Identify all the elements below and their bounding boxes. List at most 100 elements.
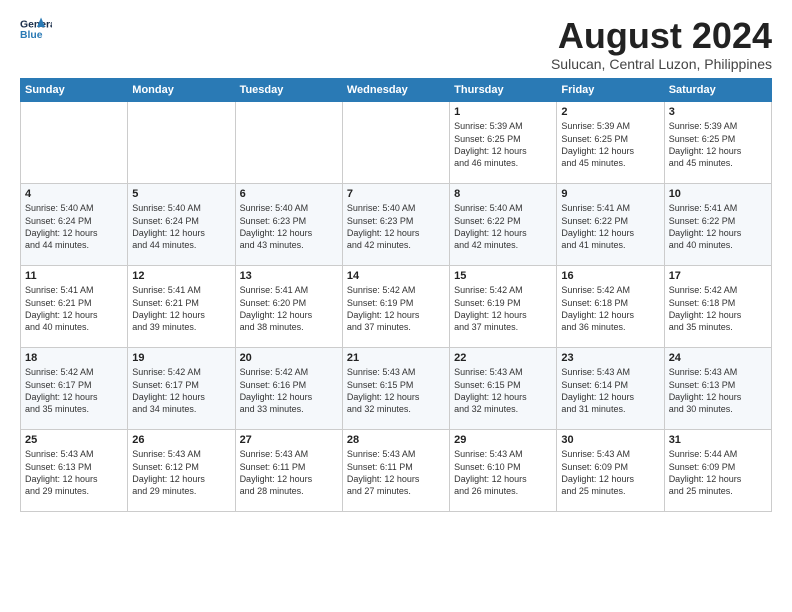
day-info: Sunrise: 5:41 AM Sunset: 6:22 PM Dayligh… <box>669 202 767 251</box>
day-info: Sunrise: 5:42 AM Sunset: 6:18 PM Dayligh… <box>561 284 659 333</box>
day-number: 18 <box>25 351 123 366</box>
day-number: 24 <box>669 351 767 366</box>
day-number: 9 <box>561 187 659 202</box>
day-info: Sunrise: 5:40 AM Sunset: 6:23 PM Dayligh… <box>240 202 338 251</box>
day-number: 15 <box>454 269 552 284</box>
day-number: 3 <box>669 105 767 120</box>
day-number: 12 <box>132 269 230 284</box>
calendar-cell: 20Sunrise: 5:42 AM Sunset: 6:16 PM Dayli… <box>235 347 342 429</box>
calendar-cell: 11Sunrise: 5:41 AM Sunset: 6:21 PM Dayli… <box>21 265 128 347</box>
calendar-cell: 9Sunrise: 5:41 AM Sunset: 6:22 PM Daylig… <box>557 183 664 265</box>
day-info: Sunrise: 5:42 AM Sunset: 6:19 PM Dayligh… <box>347 284 445 333</box>
day-number: 28 <box>347 433 445 448</box>
day-number: 22 <box>454 351 552 366</box>
day-info: Sunrise: 5:41 AM Sunset: 6:21 PM Dayligh… <box>132 284 230 333</box>
calendar-cell: 29Sunrise: 5:43 AM Sunset: 6:10 PM Dayli… <box>450 429 557 511</box>
day-info: Sunrise: 5:39 AM Sunset: 6:25 PM Dayligh… <box>454 120 552 169</box>
day-number: 7 <box>347 187 445 202</box>
calendar-cell <box>128 101 235 183</box>
day-number: 21 <box>347 351 445 366</box>
calendar-cell: 16Sunrise: 5:42 AM Sunset: 6:18 PM Dayli… <box>557 265 664 347</box>
svg-text:General: General <box>20 20 52 31</box>
weekday-header-monday: Monday <box>128 78 235 101</box>
day-number: 30 <box>561 433 659 448</box>
day-info: Sunrise: 5:43 AM Sunset: 6:09 PM Dayligh… <box>561 448 659 497</box>
weekday-header-sunday: Sunday <box>21 78 128 101</box>
day-info: Sunrise: 5:43 AM Sunset: 6:15 PM Dayligh… <box>347 366 445 415</box>
calendar-week-5: 25Sunrise: 5:43 AM Sunset: 6:13 PM Dayli… <box>21 429 772 511</box>
day-number: 31 <box>669 433 767 448</box>
calendar-cell: 19Sunrise: 5:42 AM Sunset: 6:17 PM Dayli… <box>128 347 235 429</box>
day-number: 20 <box>240 351 338 366</box>
day-number: 13 <box>240 269 338 284</box>
day-info: Sunrise: 5:40 AM Sunset: 6:22 PM Dayligh… <box>454 202 552 251</box>
calendar-cell: 21Sunrise: 5:43 AM Sunset: 6:15 PM Dayli… <box>342 347 449 429</box>
calendar-cell: 22Sunrise: 5:43 AM Sunset: 6:15 PM Dayli… <box>450 347 557 429</box>
day-number: 25 <box>25 433 123 448</box>
day-number: 16 <box>561 269 659 284</box>
calendar-cell: 27Sunrise: 5:43 AM Sunset: 6:11 PM Dayli… <box>235 429 342 511</box>
calendar-cell: 2Sunrise: 5:39 AM Sunset: 6:25 PM Daylig… <box>557 101 664 183</box>
calendar-cell: 30Sunrise: 5:43 AM Sunset: 6:09 PM Dayli… <box>557 429 664 511</box>
day-info: Sunrise: 5:40 AM Sunset: 6:24 PM Dayligh… <box>25 202 123 251</box>
day-number: 29 <box>454 433 552 448</box>
calendar-table: SundayMondayTuesdayWednesdayThursdayFrid… <box>20 78 772 512</box>
day-info: Sunrise: 5:42 AM Sunset: 6:18 PM Dayligh… <box>669 284 767 333</box>
weekday-header-wednesday: Wednesday <box>342 78 449 101</box>
day-info: Sunrise: 5:43 AM Sunset: 6:11 PM Dayligh… <box>347 448 445 497</box>
day-info: Sunrise: 5:41 AM Sunset: 6:22 PM Dayligh… <box>561 202 659 251</box>
day-number: 26 <box>132 433 230 448</box>
calendar-cell: 15Sunrise: 5:42 AM Sunset: 6:19 PM Dayli… <box>450 265 557 347</box>
day-number: 23 <box>561 351 659 366</box>
day-info: Sunrise: 5:39 AM Sunset: 6:25 PM Dayligh… <box>669 120 767 169</box>
calendar-cell: 28Sunrise: 5:43 AM Sunset: 6:11 PM Dayli… <box>342 429 449 511</box>
day-number: 5 <box>132 187 230 202</box>
day-info: Sunrise: 5:43 AM Sunset: 6:11 PM Dayligh… <box>240 448 338 497</box>
header: General Blue August 2024 Sulucan, Centra… <box>20 16 772 72</box>
day-number: 14 <box>347 269 445 284</box>
calendar-cell: 1Sunrise: 5:39 AM Sunset: 6:25 PM Daylig… <box>450 101 557 183</box>
logo: General Blue <box>20 16 52 44</box>
day-info: Sunrise: 5:44 AM Sunset: 6:09 PM Dayligh… <box>669 448 767 497</box>
day-info: Sunrise: 5:43 AM Sunset: 6:13 PM Dayligh… <box>25 448 123 497</box>
weekday-header-row: SundayMondayTuesdayWednesdayThursdayFrid… <box>21 78 772 101</box>
day-info: Sunrise: 5:43 AM Sunset: 6:15 PM Dayligh… <box>454 366 552 415</box>
weekday-header-saturday: Saturday <box>664 78 771 101</box>
day-info: Sunrise: 5:42 AM Sunset: 6:17 PM Dayligh… <box>132 366 230 415</box>
title-block: August 2024 Sulucan, Central Luzon, Phil… <box>551 16 772 72</box>
day-info: Sunrise: 5:43 AM Sunset: 6:14 PM Dayligh… <box>561 366 659 415</box>
calendar-cell: 24Sunrise: 5:43 AM Sunset: 6:13 PM Dayli… <box>664 347 771 429</box>
calendar-cell: 18Sunrise: 5:42 AM Sunset: 6:17 PM Dayli… <box>21 347 128 429</box>
calendar-cell: 14Sunrise: 5:42 AM Sunset: 6:19 PM Dayli… <box>342 265 449 347</box>
weekday-header-friday: Friday <box>557 78 664 101</box>
calendar-cell: 6Sunrise: 5:40 AM Sunset: 6:23 PM Daylig… <box>235 183 342 265</box>
weekday-header-tuesday: Tuesday <box>235 78 342 101</box>
calendar-cell <box>235 101 342 183</box>
calendar-week-3: 11Sunrise: 5:41 AM Sunset: 6:21 PM Dayli… <box>21 265 772 347</box>
day-number: 4 <box>25 187 123 202</box>
main-title: August 2024 <box>551 16 772 56</box>
day-info: Sunrise: 5:43 AM Sunset: 6:10 PM Dayligh… <box>454 448 552 497</box>
calendar-cell: 8Sunrise: 5:40 AM Sunset: 6:22 PM Daylig… <box>450 183 557 265</box>
calendar-cell: 26Sunrise: 5:43 AM Sunset: 6:12 PM Dayli… <box>128 429 235 511</box>
calendar-cell <box>342 101 449 183</box>
day-info: Sunrise: 5:41 AM Sunset: 6:21 PM Dayligh… <box>25 284 123 333</box>
calendar-cell: 10Sunrise: 5:41 AM Sunset: 6:22 PM Dayli… <box>664 183 771 265</box>
calendar-cell: 13Sunrise: 5:41 AM Sunset: 6:20 PM Dayli… <box>235 265 342 347</box>
calendar-week-1: 1Sunrise: 5:39 AM Sunset: 6:25 PM Daylig… <box>21 101 772 183</box>
calendar-cell: 25Sunrise: 5:43 AM Sunset: 6:13 PM Dayli… <box>21 429 128 511</box>
day-info: Sunrise: 5:42 AM Sunset: 6:19 PM Dayligh… <box>454 284 552 333</box>
day-number: 27 <box>240 433 338 448</box>
day-info: Sunrise: 5:42 AM Sunset: 6:16 PM Dayligh… <box>240 366 338 415</box>
svg-text:Blue: Blue <box>20 30 43 41</box>
calendar-week-2: 4Sunrise: 5:40 AM Sunset: 6:24 PM Daylig… <box>21 183 772 265</box>
calendar-cell: 4Sunrise: 5:40 AM Sunset: 6:24 PM Daylig… <box>21 183 128 265</box>
day-number: 8 <box>454 187 552 202</box>
calendar-cell <box>21 101 128 183</box>
day-info: Sunrise: 5:42 AM Sunset: 6:17 PM Dayligh… <box>25 366 123 415</box>
day-info: Sunrise: 5:40 AM Sunset: 6:23 PM Dayligh… <box>347 202 445 251</box>
page: General Blue August 2024 Sulucan, Centra… <box>0 0 792 522</box>
weekday-header-thursday: Thursday <box>450 78 557 101</box>
calendar-cell: 3Sunrise: 5:39 AM Sunset: 6:25 PM Daylig… <box>664 101 771 183</box>
day-number: 17 <box>669 269 767 284</box>
